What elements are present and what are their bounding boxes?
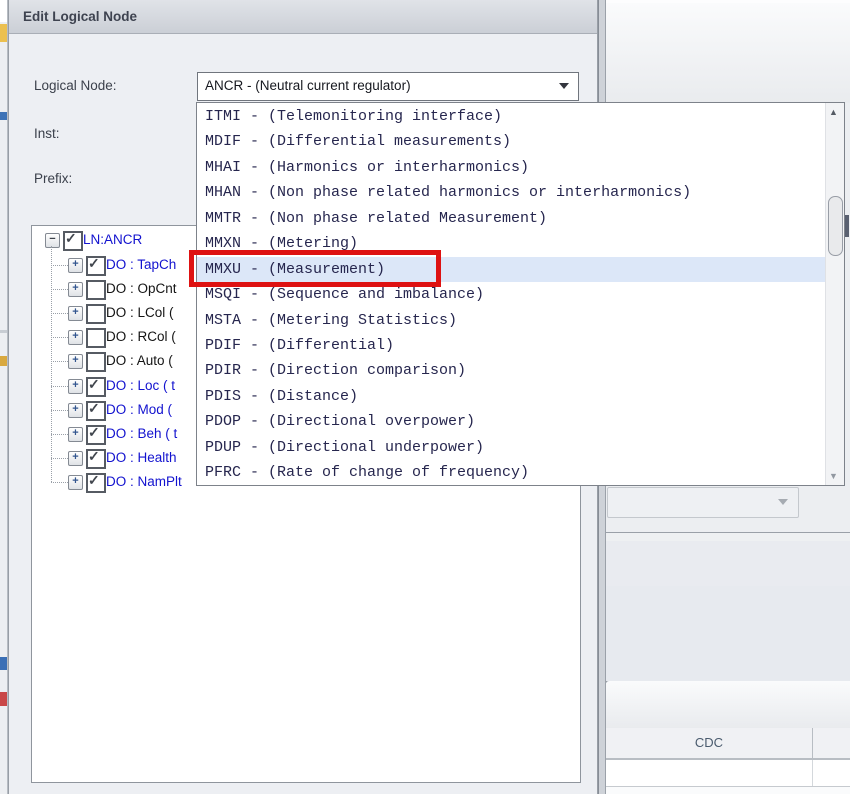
expand-icon[interactable]: + bbox=[68, 282, 83, 297]
inst-label: Inst: bbox=[34, 126, 60, 141]
background-left-strip bbox=[0, 0, 8, 794]
expand-icon[interactable]: + bbox=[68, 427, 83, 442]
dropdown-item[interactable]: MMTR - (Non phase related Measurement) bbox=[197, 206, 825, 231]
expand-icon[interactable]: + bbox=[68, 258, 83, 273]
listbox-scrollbar[interactable]: ▲ ▼ bbox=[825, 103, 844, 485]
screen: CDC Edit Logical Node Logical Node: Inst… bbox=[0, 0, 850, 794]
tree-connector-line bbox=[51, 289, 68, 290]
dropdown-item[interactable]: PDIS - (Distance) bbox=[197, 384, 825, 409]
do-checkbox[interactable]: ✓ bbox=[86, 473, 106, 493]
do-checkbox[interactable]: ✓ bbox=[86, 401, 106, 421]
dropdown-item[interactable]: PDUP - (Directional underpower) bbox=[197, 435, 825, 460]
background-icon-fragment bbox=[0, 692, 7, 706]
annotation-highlight-box bbox=[189, 250, 441, 287]
expand-icon[interactable]: + bbox=[68, 330, 83, 345]
checkmark-icon: ✓ bbox=[88, 448, 100, 465]
background-table-row bbox=[606, 760, 850, 787]
background-group-header bbox=[606, 681, 850, 729]
dropdown-item[interactable]: MSTA - (Metering Statistics) bbox=[197, 308, 825, 333]
dropdown-item[interactable]: ITMI - (Telemonitoring interface) bbox=[197, 104, 825, 129]
logical-node-selected-value: ANCR - (Neutral current regulator) bbox=[205, 78, 411, 93]
tree-item-label[interactable]: DO : LCol ( bbox=[106, 301, 174, 325]
logical-node-combobox[interactable]: ANCR - (Neutral current regulator) bbox=[197, 72, 579, 101]
dialog-titlebar[interactable]: Edit Logical Node bbox=[9, 0, 597, 34]
dropdown-item[interactable]: MDIF - (Differential measurements) bbox=[197, 129, 825, 154]
background-table-row bbox=[606, 787, 850, 794]
background-table-header-row: CDC bbox=[606, 728, 850, 760]
prefix-label: Prefix: bbox=[34, 171, 72, 186]
checkmark-icon: ✓ bbox=[88, 472, 100, 489]
tree-item-label[interactable]: DO : Beh ( t bbox=[106, 422, 177, 446]
tree-item-label[interactable]: DO : Auto ( bbox=[106, 349, 173, 373]
background-disabled-combobox[interactable] bbox=[607, 487, 799, 518]
background-fragment bbox=[845, 215, 849, 237]
expand-icon[interactable]: + bbox=[68, 379, 83, 394]
dropdown-item[interactable]: MHAN - (Non phase related harmonics or i… bbox=[197, 180, 825, 205]
checkmark-icon: ✓ bbox=[88, 255, 100, 272]
scroll-down-icon[interactable]: ▼ bbox=[829, 471, 838, 481]
do-checkbox[interactable] bbox=[86, 328, 106, 348]
tree-item-label[interactable]: DO : TapCh bbox=[106, 253, 176, 277]
expand-icon[interactable]: + bbox=[68, 354, 83, 369]
dropdown-item[interactable]: PDOP - (Directional overpower) bbox=[197, 409, 825, 434]
scrollbar-thumb[interactable] bbox=[828, 196, 843, 256]
checkmark-icon: ✓ bbox=[88, 376, 100, 393]
checkmark-icon: ✓ bbox=[88, 424, 100, 441]
background-band bbox=[606, 586, 850, 683]
tree-item-label[interactable]: DO : OpCnt bbox=[106, 277, 177, 301]
do-checkbox[interactable] bbox=[86, 352, 106, 372]
dropdown-item[interactable]: PFRC - (Rate of change of frequency) bbox=[197, 460, 825, 485]
root-checkbox[interactable]: ✓ bbox=[63, 231, 83, 251]
do-checkbox[interactable]: ✓ bbox=[86, 377, 106, 397]
tree-connector-line bbox=[51, 410, 68, 411]
tree-connector-line bbox=[51, 313, 68, 314]
tree-connector-line bbox=[51, 265, 68, 266]
dropdown-item[interactable]: MHAI - (Harmonics or interharmonics) bbox=[197, 155, 825, 180]
do-checkbox[interactable] bbox=[86, 304, 106, 324]
tree-root-label[interactable]: LN:ANCR bbox=[83, 228, 142, 252]
scroll-up-icon[interactable]: ▲ bbox=[829, 107, 838, 117]
background-icon-fragment bbox=[0, 356, 7, 366]
do-checkbox[interactable]: ✓ bbox=[86, 425, 106, 445]
collapse-icon[interactable]: − bbox=[45, 233, 60, 248]
logical-node-label: Logical Node: bbox=[34, 78, 117, 93]
do-checkbox[interactable] bbox=[86, 280, 106, 300]
tree-item-label[interactable]: DO : Mod ( bbox=[106, 398, 172, 422]
dialog-title: Edit Logical Node bbox=[23, 9, 137, 24]
logical-node-listbox: ITMI - (Telemonitoring interface)MDIF - … bbox=[196, 102, 845, 486]
tree-connector-line bbox=[51, 361, 68, 362]
background-icon-fragment bbox=[0, 24, 7, 42]
chevron-down-icon bbox=[778, 499, 788, 505]
tree-item-label[interactable]: DO : Loc ( t bbox=[106, 374, 175, 398]
background-icon-fragment bbox=[0, 657, 7, 670]
expand-icon[interactable]: + bbox=[68, 403, 83, 418]
background-band bbox=[606, 541, 850, 587]
tree-connector-line bbox=[51, 386, 68, 387]
tree-item-label[interactable]: DO : Health bbox=[106, 446, 177, 470]
tree-connector-line bbox=[51, 458, 68, 459]
do-checkbox[interactable]: ✓ bbox=[86, 449, 106, 469]
table-cell bbox=[606, 760, 813, 786]
checkmark-icon: ✓ bbox=[88, 400, 100, 417]
background-icon-fragment bbox=[0, 112, 7, 120]
listbox-items: ITMI - (Telemonitoring interface)MDIF - … bbox=[197, 104, 825, 486]
tree-connector-line bbox=[51, 434, 68, 435]
cdc-column-header[interactable]: CDC bbox=[606, 728, 813, 758]
expand-icon[interactable]: + bbox=[68, 475, 83, 490]
chevron-down-icon bbox=[559, 83, 569, 89]
tree-connector-line bbox=[51, 482, 68, 483]
checkmark-icon: ✓ bbox=[65, 230, 77, 247]
tree-item-label[interactable]: DO : NamPlt bbox=[106, 470, 182, 494]
expand-icon[interactable]: + bbox=[68, 451, 83, 466]
do-checkbox[interactable]: ✓ bbox=[86, 256, 106, 276]
dropdown-item[interactable]: PDIR - (Direction comparison) bbox=[197, 358, 825, 383]
tree-item-label[interactable]: DO : RCol ( bbox=[106, 325, 176, 349]
tree-connector-line bbox=[51, 337, 68, 338]
dropdown-item[interactable]: PDIF - (Differential) bbox=[197, 333, 825, 358]
background-top-pane bbox=[606, 0, 850, 103]
expand-icon[interactable]: + bbox=[68, 306, 83, 321]
